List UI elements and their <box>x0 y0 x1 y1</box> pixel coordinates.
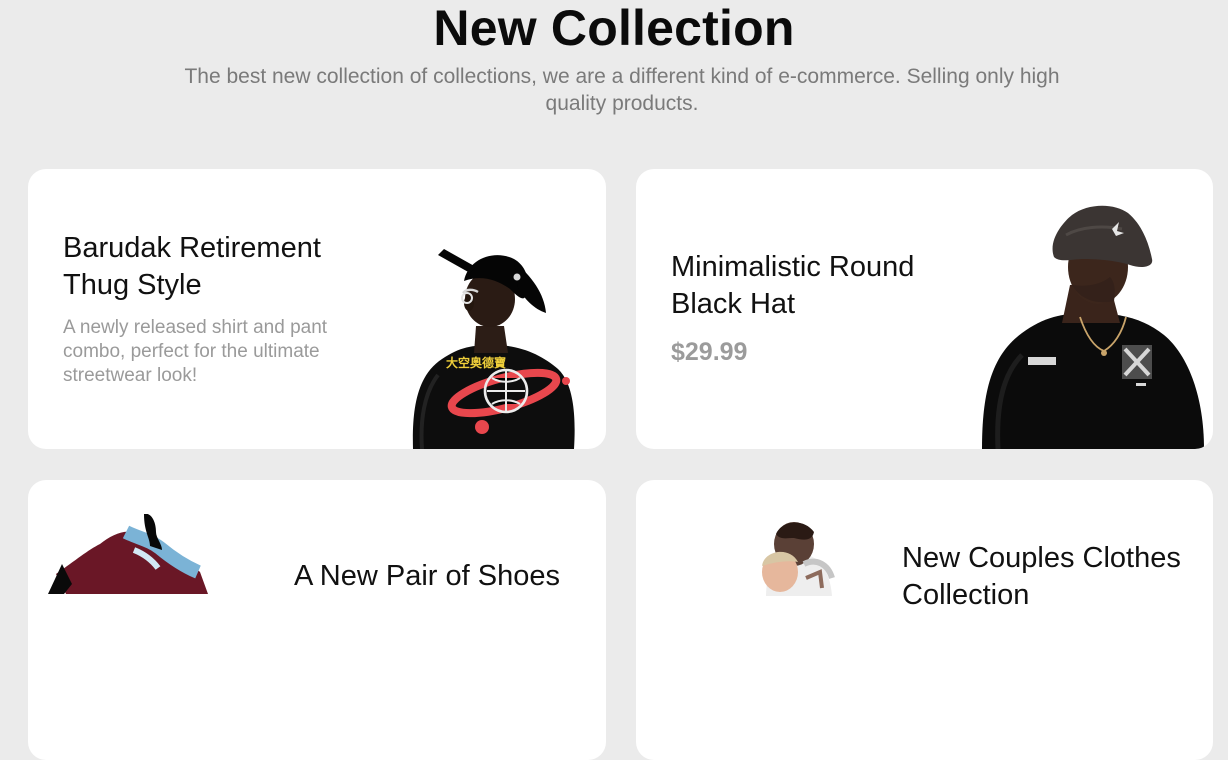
product-title: Minimalistic Round Black Hat <box>671 251 915 320</box>
product-card-round-black-hat[interactable]: Minimalistic Round Black Hat $29.99 <box>636 169 1213 449</box>
man-in-cap-image: 大空奥德寶 <box>412 249 575 449</box>
svg-text:大空奥德寶: 大空奥德寶 <box>446 355 506 370</box>
product-card-couples-collection[interactable]: New Couples Clothes Collection <box>636 480 1213 760</box>
product-card-barudak-retirement[interactable]: Barudak Retirement Thug Style A newly re… <box>28 169 606 449</box>
product-card-new-shoes[interactable]: A New Pair of Shoes <box>28 480 606 760</box>
page-subtitle: The best new collection of collections, … <box>184 65 1060 115</box>
sneaker-image <box>48 514 208 594</box>
page-title: New Collection <box>433 0 795 56</box>
couple-image <box>762 522 835 596</box>
product-price: $29.99 <box>671 338 748 366</box>
man-in-bucket-hat-image <box>982 205 1204 449</box>
product-title: Barudak Retirement Thug Style <box>63 232 321 301</box>
product-description: A newly released shirt and pant combo, p… <box>63 317 328 386</box>
product-title: A New Pair of Shoes <box>294 560 560 592</box>
product-title: New Couples Clothes Collection <box>902 542 1181 611</box>
